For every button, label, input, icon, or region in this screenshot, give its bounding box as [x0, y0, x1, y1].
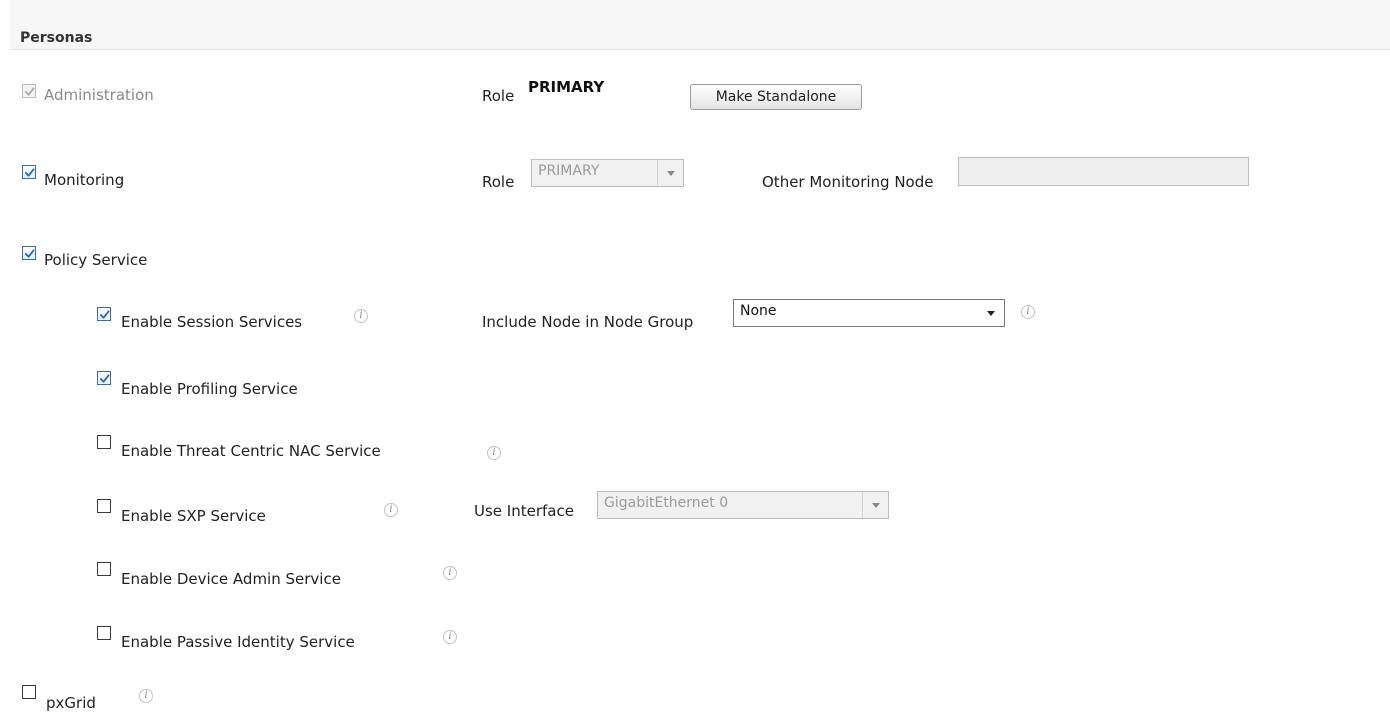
administration-role-label: Role [482, 87, 515, 105]
use-interface-label: Use Interface [474, 502, 574, 520]
session-services-label: Enable Session Services [121, 313, 303, 331]
threat-centric-info-icon[interactable]: i [487, 446, 501, 460]
profiling-service-label: Enable Profiling Service [121, 380, 298, 398]
node-group-select[interactable]: None [733, 299, 1005, 327]
threat-centric-checkbox[interactable] [97, 435, 111, 449]
chevron-down-icon [657, 160, 683, 186]
administration-label: Administration [44, 86, 154, 104]
checkmark-icon [99, 310, 110, 319]
passive-identity-info-icon[interactable]: i [443, 630, 457, 644]
sxp-service-label: Enable SXP Service [121, 507, 266, 525]
monitoring-role-select-value: PRIMARY [538, 163, 600, 179]
other-monitoring-node-field[interactable] [958, 157, 1249, 186]
node-group-label: Include Node in Node Group [482, 313, 694, 331]
passive-identity-label: Enable Passive Identity Service [121, 633, 355, 651]
checkmark-icon [24, 87, 35, 96]
session-services-checkbox[interactable] [97, 307, 111, 321]
chevron-down-icon [862, 492, 888, 518]
node-group-info-icon[interactable]: i [1021, 305, 1035, 319]
checkmark-icon [24, 249, 35, 258]
pxgrid-info-icon[interactable]: i [139, 689, 153, 703]
pxgrid-checkbox[interactable] [22, 685, 36, 699]
use-interface-select[interactable]: GigabitEthernet 0 [597, 491, 889, 519]
profiling-service-checkbox[interactable] [97, 371, 111, 385]
threat-centric-label: Enable Threat Centric NAC Service [121, 442, 381, 460]
node-group-select-value: None [740, 303, 777, 319]
checkmark-icon [24, 168, 35, 177]
device-admin-label: Enable Device Admin Service [121, 570, 341, 588]
policy-service-label: Policy Service [44, 251, 148, 269]
monitoring-label: Monitoring [44, 171, 125, 189]
monitoring-role-select[interactable]: PRIMARY [531, 159, 684, 187]
monitoring-checkbox[interactable] [22, 165, 36, 179]
checkmark-icon [99, 374, 110, 383]
section-header [10, 0, 1390, 50]
make-standalone-button[interactable]: Make Standalone [690, 84, 862, 110]
use-interface-select-value: GigabitEthernet 0 [604, 495, 729, 511]
administration-checkbox[interactable] [22, 84, 36, 98]
session-services-info-icon[interactable]: i [354, 309, 368, 323]
other-monitoring-node-label: Other Monitoring Node [762, 173, 934, 191]
device-admin-checkbox[interactable] [97, 562, 111, 576]
policy-service-checkbox[interactable] [22, 246, 36, 260]
passive-identity-checkbox[interactable] [97, 626, 111, 640]
device-admin-info-icon[interactable]: i [443, 566, 457, 580]
sxp-service-checkbox[interactable] [97, 499, 111, 513]
chevron-down-icon [978, 300, 1004, 326]
sxp-service-info-icon[interactable]: i [384, 503, 398, 517]
pxgrid-label: pxGrid [46, 694, 96, 712]
monitoring-role-label: Role [482, 173, 515, 191]
administration-role-value: PRIMARY [528, 78, 605, 96]
section-title: Personas [20, 30, 93, 46]
